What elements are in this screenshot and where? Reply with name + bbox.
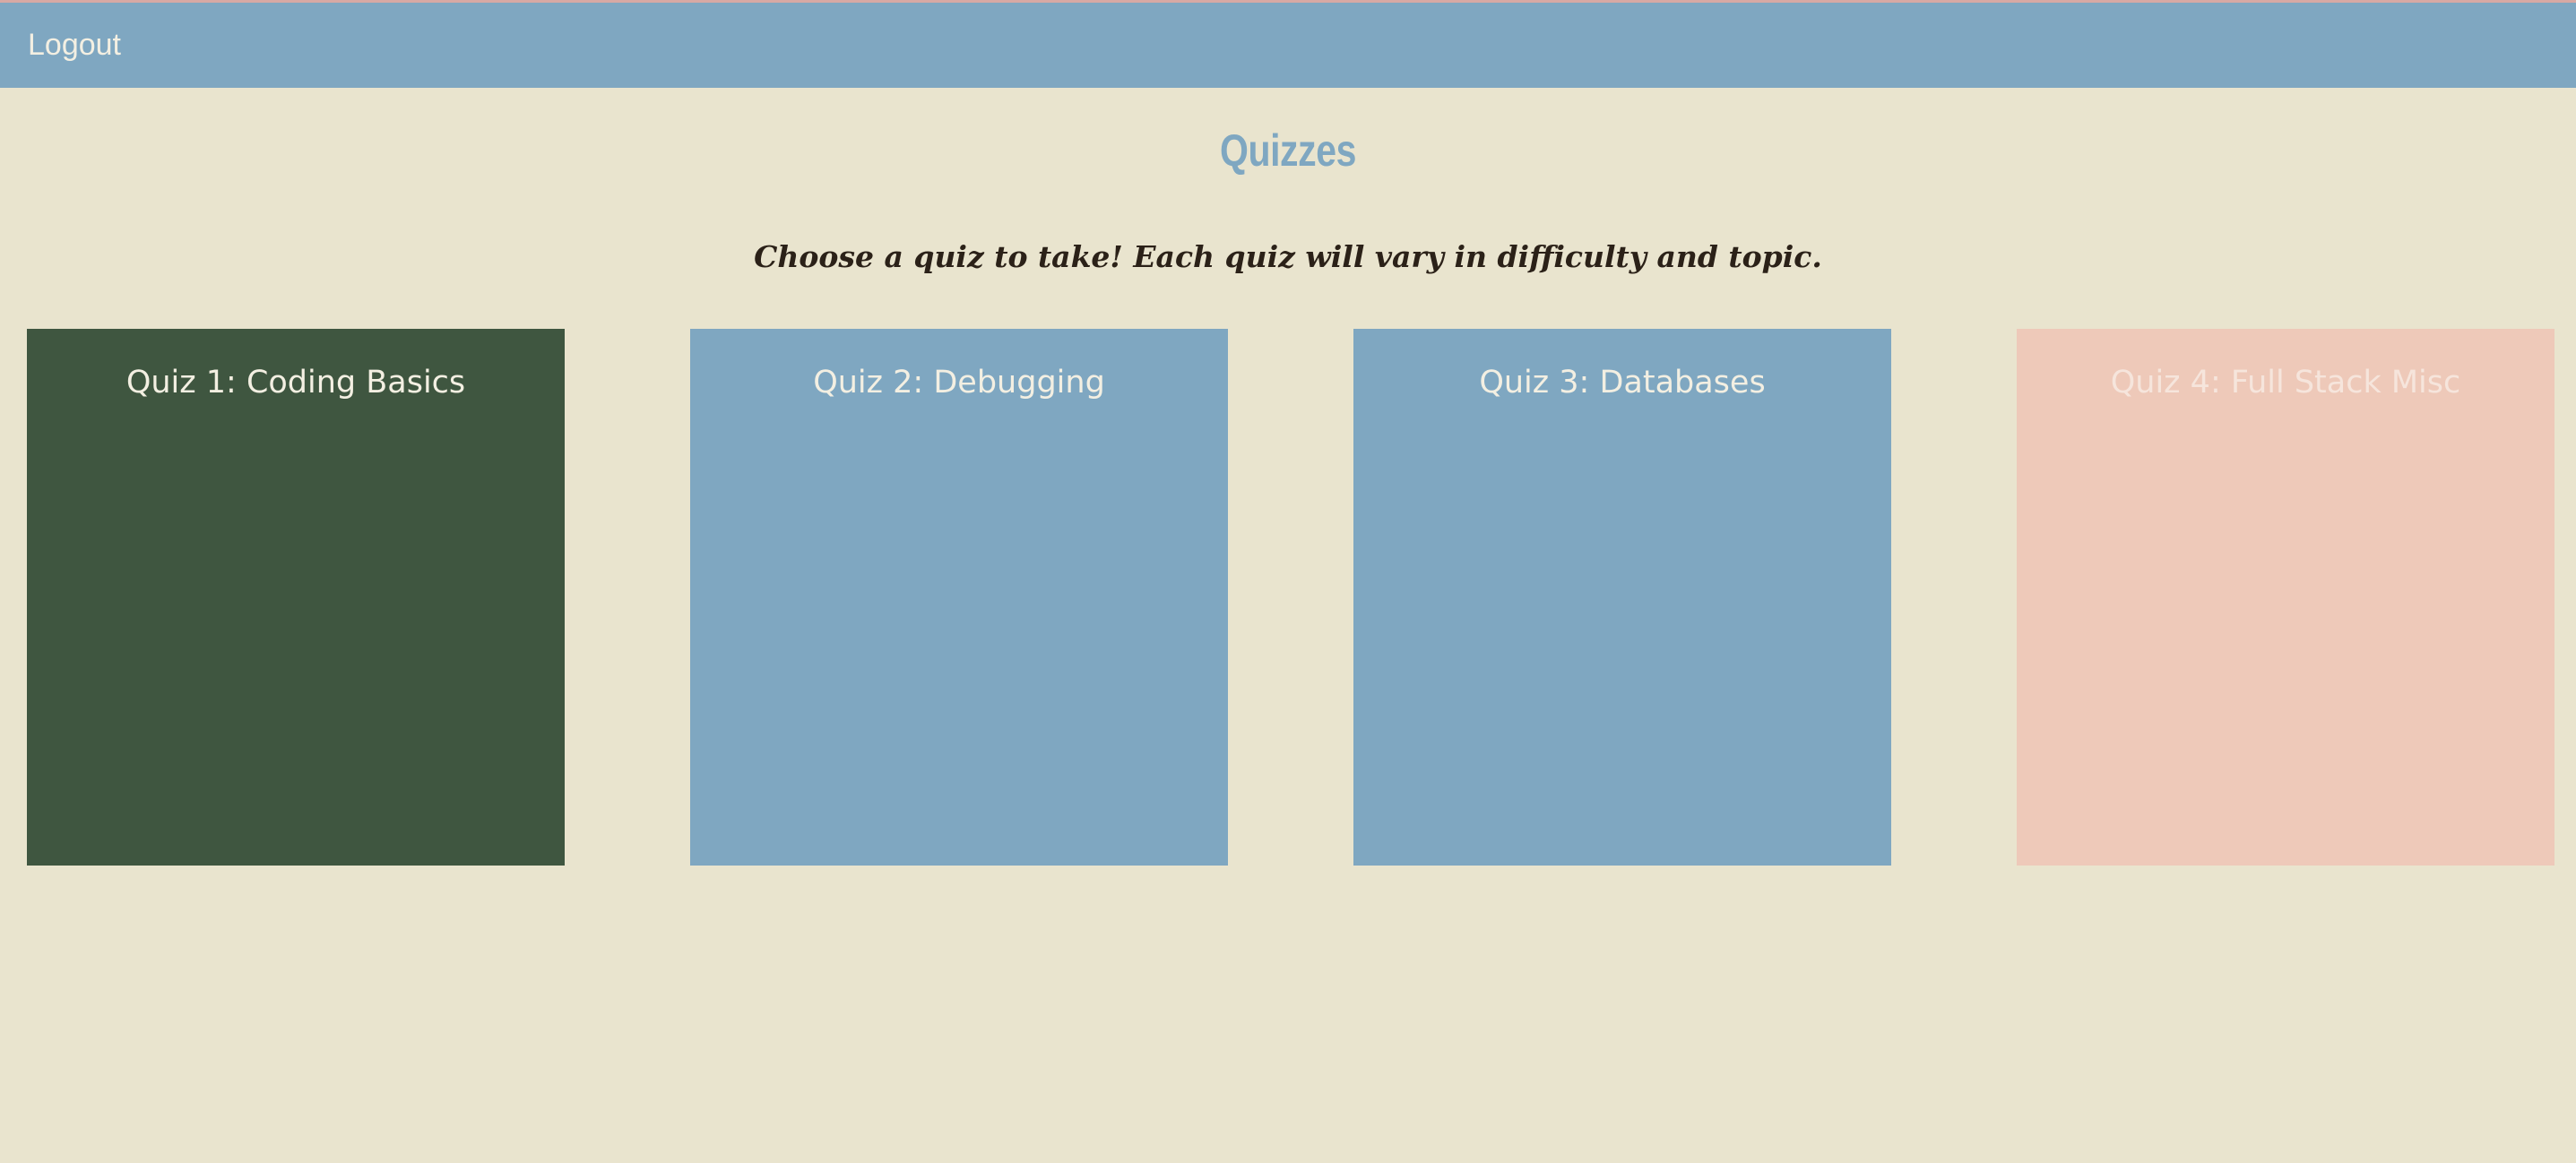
quiz-card-databases[interactable]: Quiz 3: Databases <box>1353 329 1891 866</box>
quiz-card-title: Quiz 4: Full Stack Misc <box>2110 365 2461 401</box>
top-navbar: Logout <box>0 3 2576 88</box>
page-subtitle: Choose a quiz to take! Each quiz will va… <box>754 239 1822 274</box>
quiz-card-debugging[interactable]: Quiz 2: Debugging <box>690 329 1228 866</box>
quiz-card-coding-basics[interactable]: Quiz 1: Coding Basics <box>27 329 565 866</box>
quiz-card-title: Quiz 2: Debugging <box>813 365 1105 401</box>
logout-link[interactable]: Logout <box>28 27 121 63</box>
quiz-card-full-stack-misc[interactable]: Quiz 4: Full Stack Misc <box>2017 329 2554 866</box>
page-title: Quizzes <box>1219 125 1357 176</box>
quiz-card-title: Quiz 3: Databases <box>1479 365 1766 401</box>
quiz-card-title: Quiz 1: Coding Basics <box>125 365 466 401</box>
